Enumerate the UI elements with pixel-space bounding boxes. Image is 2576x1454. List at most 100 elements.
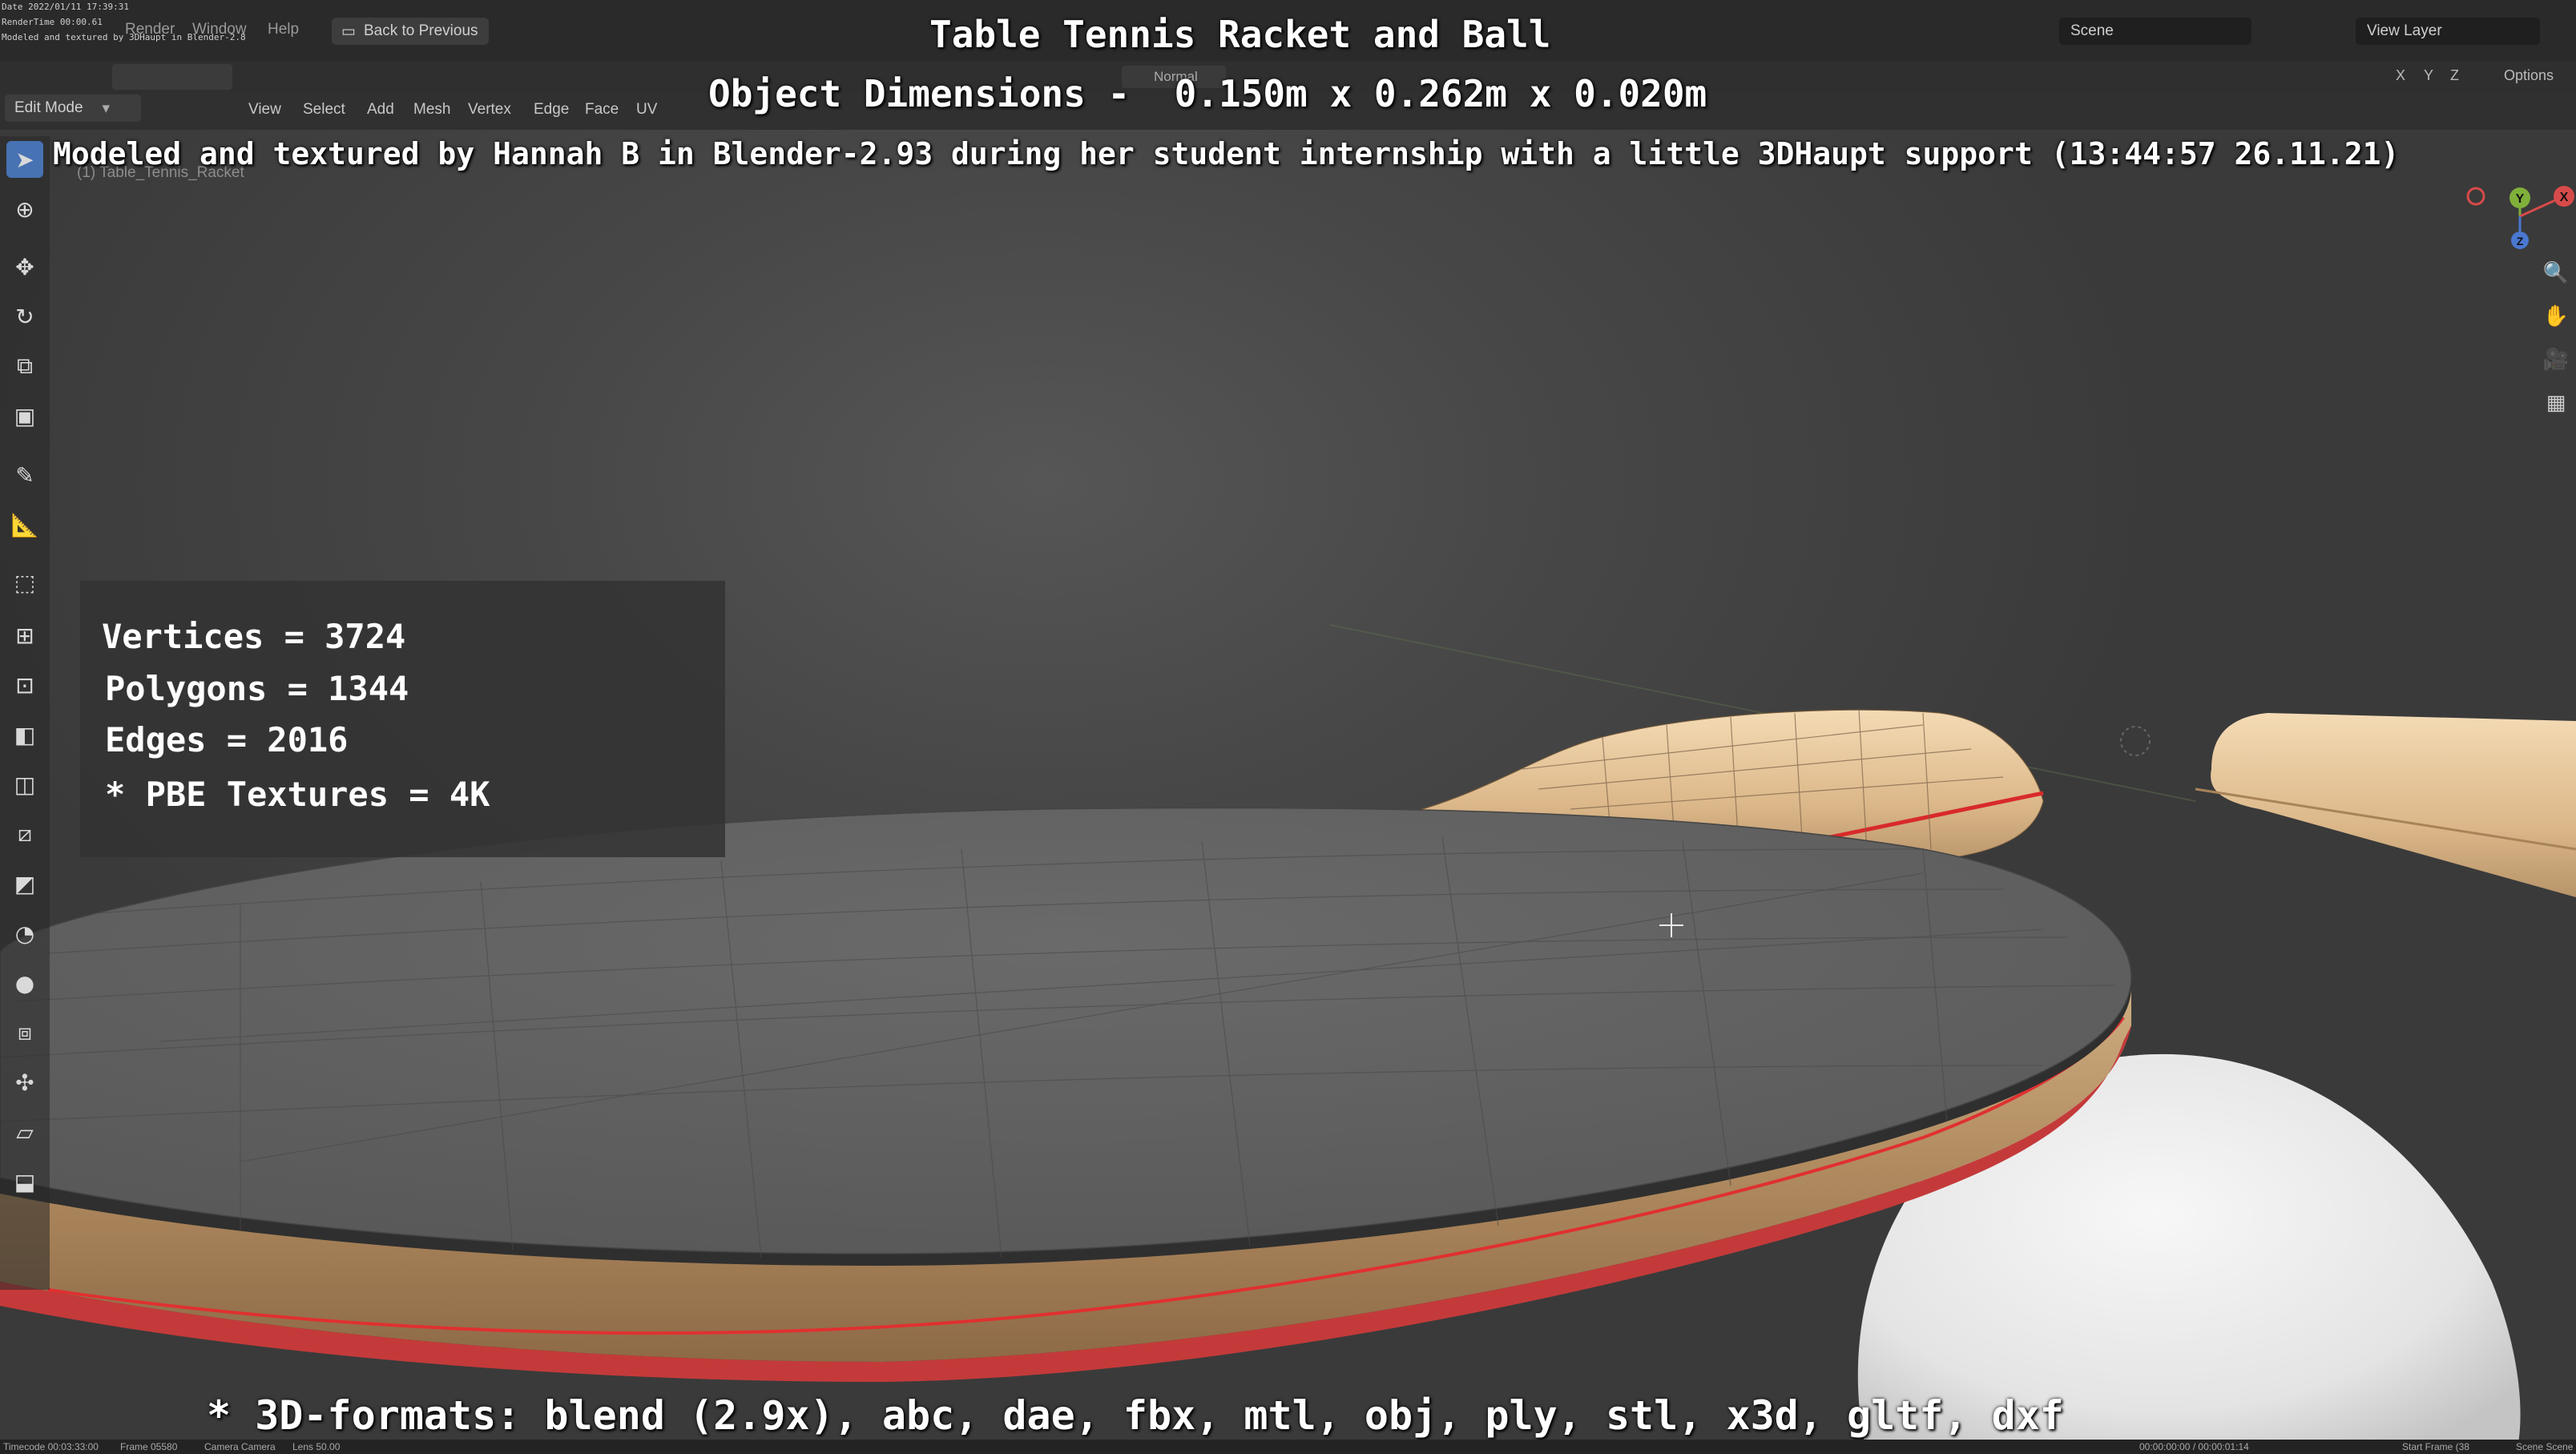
mode-select[interactable]: Edit Mode ▾	[5, 95, 141, 122]
perspective-toggle[interactable]: ▦	[2539, 386, 2573, 420]
measure-tool[interactable]: 📐	[6, 506, 43, 543]
shear-tool[interactable]: ▱	[6, 1114, 43, 1150]
extrude-tool[interactable]: ⊞	[6, 617, 43, 654]
transform-icon: ▣	[14, 402, 36, 429]
edge-slide-tool[interactable]: ⧈	[6, 1014, 43, 1051]
edges-count: Edges = 2016	[105, 720, 349, 759]
menu-edge[interactable]: Edge	[534, 101, 569, 119]
vertices-count: Vertices = 3724	[102, 617, 406, 656]
zoom-button[interactable]: 🔍	[2539, 256, 2573, 290]
bevel-tool[interactable]: ◧	[6, 716, 43, 753]
rotate-icon: ↻	[15, 303, 34, 330]
scale-tool[interactable]: ⧉	[6, 348, 43, 385]
sphere-icon: ●	[14, 969, 35, 997]
rip-icon: ⬓	[14, 1168, 36, 1195]
menu-render[interactable]: Render	[125, 21, 175, 38]
cursor-arrow-icon: ➤	[15, 146, 34, 173]
lens-label: Lens 50.00	[292, 1441, 341, 1452]
menu-add[interactable]: Add	[367, 101, 394, 119]
gizmo-z-label: Z	[2517, 235, 2524, 248]
menu-window[interactable]: Window	[192, 21, 247, 38]
view-layer-field[interactable]: View Layer	[2356, 18, 2540, 45]
pan-button[interactable]: ✋	[2539, 300, 2573, 333]
back-button-label: Back to Previous	[363, 22, 478, 39]
timecode-label: Timecode 00:03:33:00	[3, 1441, 99, 1452]
chevron-down-icon: ▾	[102, 99, 111, 117]
camera-icon: 🎥	[2542, 348, 2570, 372]
overlay-formats: * 3D-formats: blend (2.9x), abc, dae, fb…	[207, 1392, 2064, 1439]
start-frame-label: Start Frame (38	[2402, 1441, 2470, 1452]
move-tool[interactable]: ✥	[6, 248, 43, 285]
spin-icon: ◔	[14, 920, 35, 947]
zoom-icon: 🔍	[2542, 261, 2570, 285]
extrude-icon: ⊞	[15, 622, 34, 649]
inset-icon: ⊡	[15, 671, 34, 699]
menu-help[interactable]: Help	[268, 21, 299, 38]
cursor-tool[interactable]: ⊕	[6, 191, 43, 228]
bevel-icon: ◧	[14, 721, 36, 748]
gizmo-x-label: X	[2560, 191, 2569, 204]
blender-window: Date 2022/01/11 17:39:31 RenderTime 00:0…	[0, 0, 2576, 1454]
camera-label: Camera Camera	[204, 1441, 276, 1452]
render-date-stamp: Date 2022/01/11 17:39:31	[2, 2, 129, 12]
render-time-stamp: RenderTime 00:00.61	[2, 17, 103, 27]
menu-select[interactable]: Select	[303, 101, 345, 119]
mode-label: Edit Mode	[14, 99, 83, 116]
menu-vertex[interactable]: Vertex	[468, 101, 511, 119]
view-layer-field-label: View Layer	[2367, 22, 2442, 39]
navigation-gizmo[interactable]: Y X Z	[2460, 180, 2576, 260]
grid-icon: ▦	[2546, 391, 2566, 415]
select-box-tool[interactable]: ➤	[6, 141, 43, 178]
scene-field-label: Scene	[2070, 22, 2114, 39]
spin-tool[interactable]: ◔	[6, 915, 43, 952]
poly-build-icon: ◩	[14, 870, 36, 897]
ruler-icon: 📐	[10, 511, 39, 538]
overlay-credit: Modeled and textured by Hannah B in Blen…	[53, 136, 2400, 171]
gizmo-y-label: Y	[2516, 192, 2525, 206]
smooth-tool[interactable]: ●	[6, 965, 43, 1001]
knife-tool[interactable]: ⧄	[6, 816, 43, 852]
overlay-title: Table Tennis Racket and Ball	[929, 13, 1551, 56]
menu-uv[interactable]: UV	[636, 101, 657, 119]
knife-icon: ⧄	[18, 820, 32, 847]
hand-icon: ✋	[2542, 304, 2570, 328]
scene-status-label: Scene Scene	[2516, 1441, 2574, 1452]
shear-icon: ▱	[16, 1118, 34, 1146]
add-cube-tool[interactable]: ⬚	[6, 564, 43, 601]
loop-cut-icon: ◫	[14, 771, 36, 798]
inset-tool[interactable]: ⊡	[6, 667, 43, 703]
loop-cut-tool[interactable]: ◫	[6, 766, 43, 803]
z-toggle[interactable]: Z	[2450, 67, 2459, 84]
move-icon: ✥	[15, 253, 34, 280]
scale-icon: ⧉	[17, 352, 33, 379]
rotate-tool[interactable]: ↻	[6, 298, 43, 335]
menu-face[interactable]: Face	[585, 101, 619, 119]
scene-field[interactable]: Scene	[2059, 18, 2251, 45]
overlay-dimensions: Object Dimensions - 0.150m x 0.262m x 0.…	[708, 72, 1707, 115]
camera-view-button[interactable]: 🎥	[2539, 343, 2573, 377]
stats-panel: Vertices = 3724 Polygons = 1344 Edges = …	[80, 581, 725, 857]
transform-tool[interactable]: ▣	[6, 397, 43, 434]
frame-label: Frame 05580	[120, 1441, 178, 1452]
x-toggle[interactable]: X	[2396, 67, 2405, 84]
options-menu[interactable]: Options	[2504, 67, 2554, 84]
screen-icon: ▭	[341, 22, 356, 40]
textures-info: * PBE Textures = 4K	[105, 775, 490, 814]
cube-icon: ⬚	[14, 569, 36, 596]
annotate-tool[interactable]: ✎	[6, 457, 43, 493]
y-toggle[interactable]: Y	[2424, 67, 2433, 84]
frame-range-label: 00:00:00:00 / 00:00:01:14	[2139, 1441, 2249, 1452]
rip-tool[interactable]: ⬓	[6, 1163, 43, 1200]
shrink-fatten-tool[interactable]: ✣	[6, 1064, 43, 1101]
second-racket-handle	[2211, 713, 2576, 897]
origin-marker	[2120, 726, 2151, 756]
back-to-previous-button[interactable]: ▭ Back to Previous	[332, 18, 489, 45]
polygons-count: Polygons = 1344	[105, 669, 409, 708]
select-mode-buttons[interactable]	[112, 64, 232, 90]
left-toolbar: ➤ ⊕ ✥ ↻ ⧉ ▣ ✎ 📐 ⬚ ⊞ ⊡ ◧ ◫ ⧄ ◩ ◔ ● ⧈ ✣ ▱ …	[0, 136, 50, 1290]
menu-view[interactable]: View	[248, 101, 281, 119]
poly-build-tool[interactable]: ◩	[6, 865, 43, 902]
menu-mesh[interactable]: Mesh	[413, 101, 450, 119]
pencil-icon: ✎	[15, 461, 34, 489]
target-icon: ⊕	[15, 195, 34, 223]
